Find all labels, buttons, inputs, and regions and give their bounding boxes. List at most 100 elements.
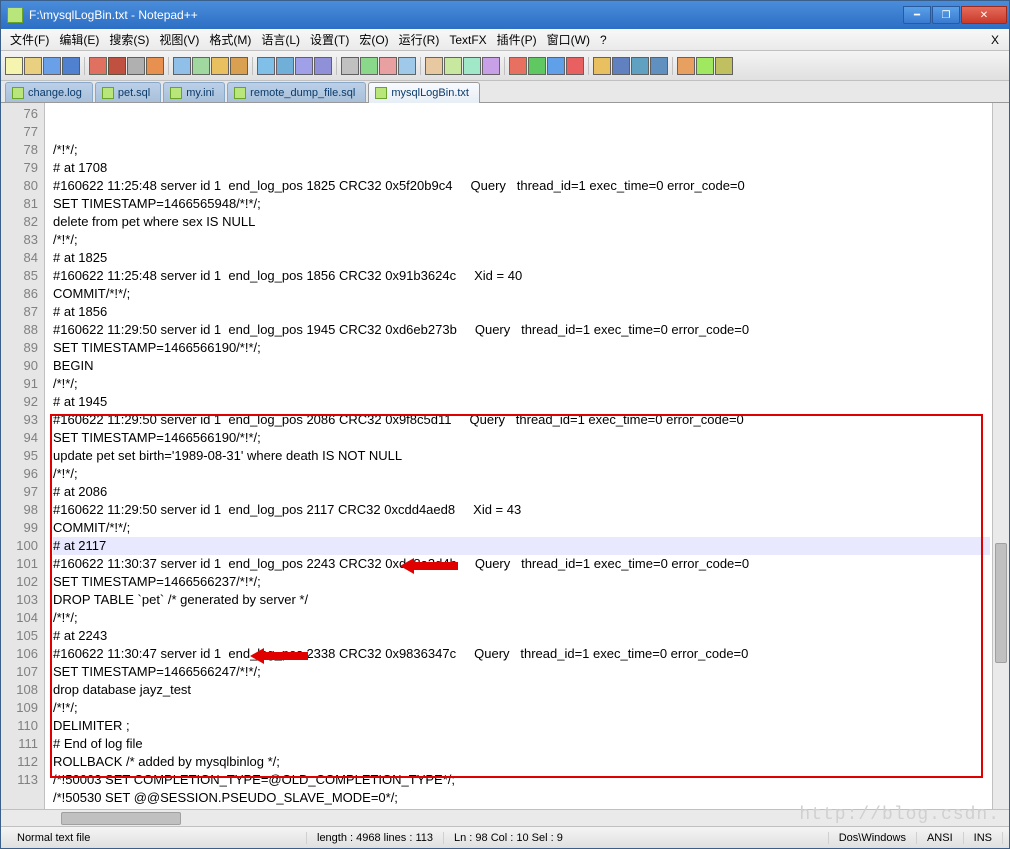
menu-item-9[interactable]: TextFX <box>444 31 491 49</box>
code-area[interactable]: /*!*/;# at 1708#160622 11:25:48 server i… <box>45 103 992 809</box>
tab-label: change.log <box>28 87 82 99</box>
sync-icon[interactable] <box>341 57 359 75</box>
code-line: DELIMITER ; <box>53 717 990 735</box>
macro-icon[interactable] <box>593 57 611 75</box>
eye-icon[interactable] <box>715 57 733 75</box>
save-all-icon[interactable] <box>62 57 80 75</box>
tab-remote_dump_file-sql[interactable]: remote_dump_file.sql <box>227 82 366 102</box>
title-bar[interactable]: F:\mysqlLogBin.txt - Notepad++ ━ ❐ ✕ <box>1 1 1009 29</box>
save-icon[interactable] <box>43 57 61 75</box>
menu-close-x[interactable]: X <box>985 33 1005 47</box>
tab-mysqlLogBin-txt[interactable]: mysqlLogBin.txt <box>368 82 480 103</box>
status-mode: INS <box>964 832 1003 844</box>
file-icon <box>102 87 114 99</box>
line-number: 81 <box>1 195 38 213</box>
menu-item-3[interactable]: 视图(V) <box>154 29 204 50</box>
code-line: # at 1825 <box>53 249 990 267</box>
bookmark-icon[interactable] <box>677 57 695 75</box>
tab-my-ini[interactable]: my.ini <box>163 82 225 102</box>
open-icon[interactable] <box>24 57 42 75</box>
tab-pet-sql[interactable]: pet.sql <box>95 82 161 102</box>
zoom-in-icon[interactable] <box>295 57 313 75</box>
copy-icon[interactable] <box>173 57 191 75</box>
menu-item-7[interactable]: 宏(O) <box>354 29 393 50</box>
code-line: /*!*/; <box>53 465 990 483</box>
line-number: 110 <box>1 717 38 735</box>
status-file-type: Normal text file <box>7 832 307 844</box>
tab-change-log[interactable]: change.log <box>5 82 93 102</box>
print-icon[interactable] <box>127 57 145 75</box>
fold-icon[interactable] <box>444 57 462 75</box>
file-icon <box>234 87 246 99</box>
menu-item-5[interactable]: 语言(L) <box>256 29 305 50</box>
code-line: # at 1945 <box>53 393 990 411</box>
code-line: #160622 11:30:47 server id 1 end_log_pos… <box>53 645 990 663</box>
code-line: BEGIN <box>53 357 990 375</box>
app-icon <box>7 7 23 23</box>
menu-item-6[interactable]: 设置(T) <box>305 29 354 50</box>
line-number: 109 <box>1 699 38 717</box>
menu-item-8[interactable]: 运行(R) <box>394 29 445 50</box>
line-number: 84 <box>1 249 38 267</box>
code-line: #160622 11:29:50 server id 1 end_log_pos… <box>53 321 990 339</box>
stop-icon[interactable] <box>566 57 584 75</box>
status-eol: Dos\Windows <box>829 832 917 844</box>
line-number: 112 <box>1 753 38 771</box>
zoom-out-icon[interactable] <box>314 57 332 75</box>
replace-icon[interactable] <box>276 57 294 75</box>
vertical-scroll-thumb[interactable] <box>995 543 1007 663</box>
menu-item-4[interactable]: 格式(M) <box>204 29 256 50</box>
code-line: # at 2243 <box>53 627 990 645</box>
find-icon[interactable] <box>257 57 275 75</box>
redo-icon[interactable] <box>230 57 248 75</box>
code-line: # at 2117 <box>53 537 990 555</box>
code-line: #160622 11:30:37 server id 1 end_log_pos… <box>53 555 990 573</box>
wrap-icon[interactable] <box>360 57 378 75</box>
window-title: F:\mysqlLogBin.txt - Notepad++ <box>29 8 902 22</box>
menu-bar: 文件(F)编辑(E)搜索(S)视图(V)格式(M)语言(L)设置(T)宏(O)运… <box>1 29 1009 51</box>
unfold-icon[interactable] <box>463 57 481 75</box>
code-line: delete from pet where sex IS NULL <box>53 213 990 231</box>
maximize-button[interactable]: ❐ <box>932 6 960 24</box>
undo-icon[interactable] <box>211 57 229 75</box>
code-line: #160622 11:29:50 server id 1 end_log_pos… <box>53 501 990 519</box>
line-number: 106 <box>1 645 38 663</box>
line-number: 93 <box>1 411 38 429</box>
line-number: 97 <box>1 483 38 501</box>
close-all-icon[interactable] <box>108 57 126 75</box>
close-icon[interactable] <box>89 57 107 75</box>
tri-up-icon[interactable] <box>631 57 649 75</box>
editor: 7677787980818283848586878889909192939495… <box>1 103 1009 809</box>
menu-item-11[interactable]: 窗口(W) <box>542 29 595 50</box>
window-controls: ━ ❐ ✕ <box>902 6 1007 24</box>
indent-icon[interactable] <box>398 57 416 75</box>
line-number: 91 <box>1 375 38 393</box>
cut-icon[interactable] <box>146 57 164 75</box>
menu-item-0[interactable]: 文件(F) <box>5 29 54 50</box>
tri-left-icon[interactable] <box>612 57 630 75</box>
record-icon[interactable] <box>509 57 527 75</box>
menu-item-10[interactable]: 插件(P) <box>492 29 542 50</box>
close-button[interactable]: ✕ <box>961 6 1007 24</box>
new-icon[interactable] <box>5 57 23 75</box>
minimize-button[interactable]: ━ <box>903 6 931 24</box>
line-number: 89 <box>1 339 38 357</box>
menu-item-2[interactable]: 搜索(S) <box>104 29 154 50</box>
menu-item-1[interactable]: 编辑(E) <box>54 29 104 50</box>
horizontal-scroll-thumb[interactable] <box>61 812 181 825</box>
menu-item-12[interactable]: ? <box>595 31 612 49</box>
play-multi-icon[interactable] <box>547 57 565 75</box>
file-icon <box>170 87 182 99</box>
paste-icon[interactable] <box>192 57 210 75</box>
hide-icon[interactable] <box>482 57 500 75</box>
code-line: /*!*/; <box>53 375 990 393</box>
show-all-icon[interactable] <box>379 57 397 75</box>
code-line: /*!*/; <box>53 699 990 717</box>
func-icon[interactable] <box>425 57 443 75</box>
line-number: 76 <box>1 105 38 123</box>
play-icon[interactable] <box>528 57 546 75</box>
spell-icon[interactable] <box>696 57 714 75</box>
tri-down-icon[interactable] <box>650 57 668 75</box>
line-number: 103 <box>1 591 38 609</box>
vertical-scrollbar[interactable] <box>992 103 1009 809</box>
